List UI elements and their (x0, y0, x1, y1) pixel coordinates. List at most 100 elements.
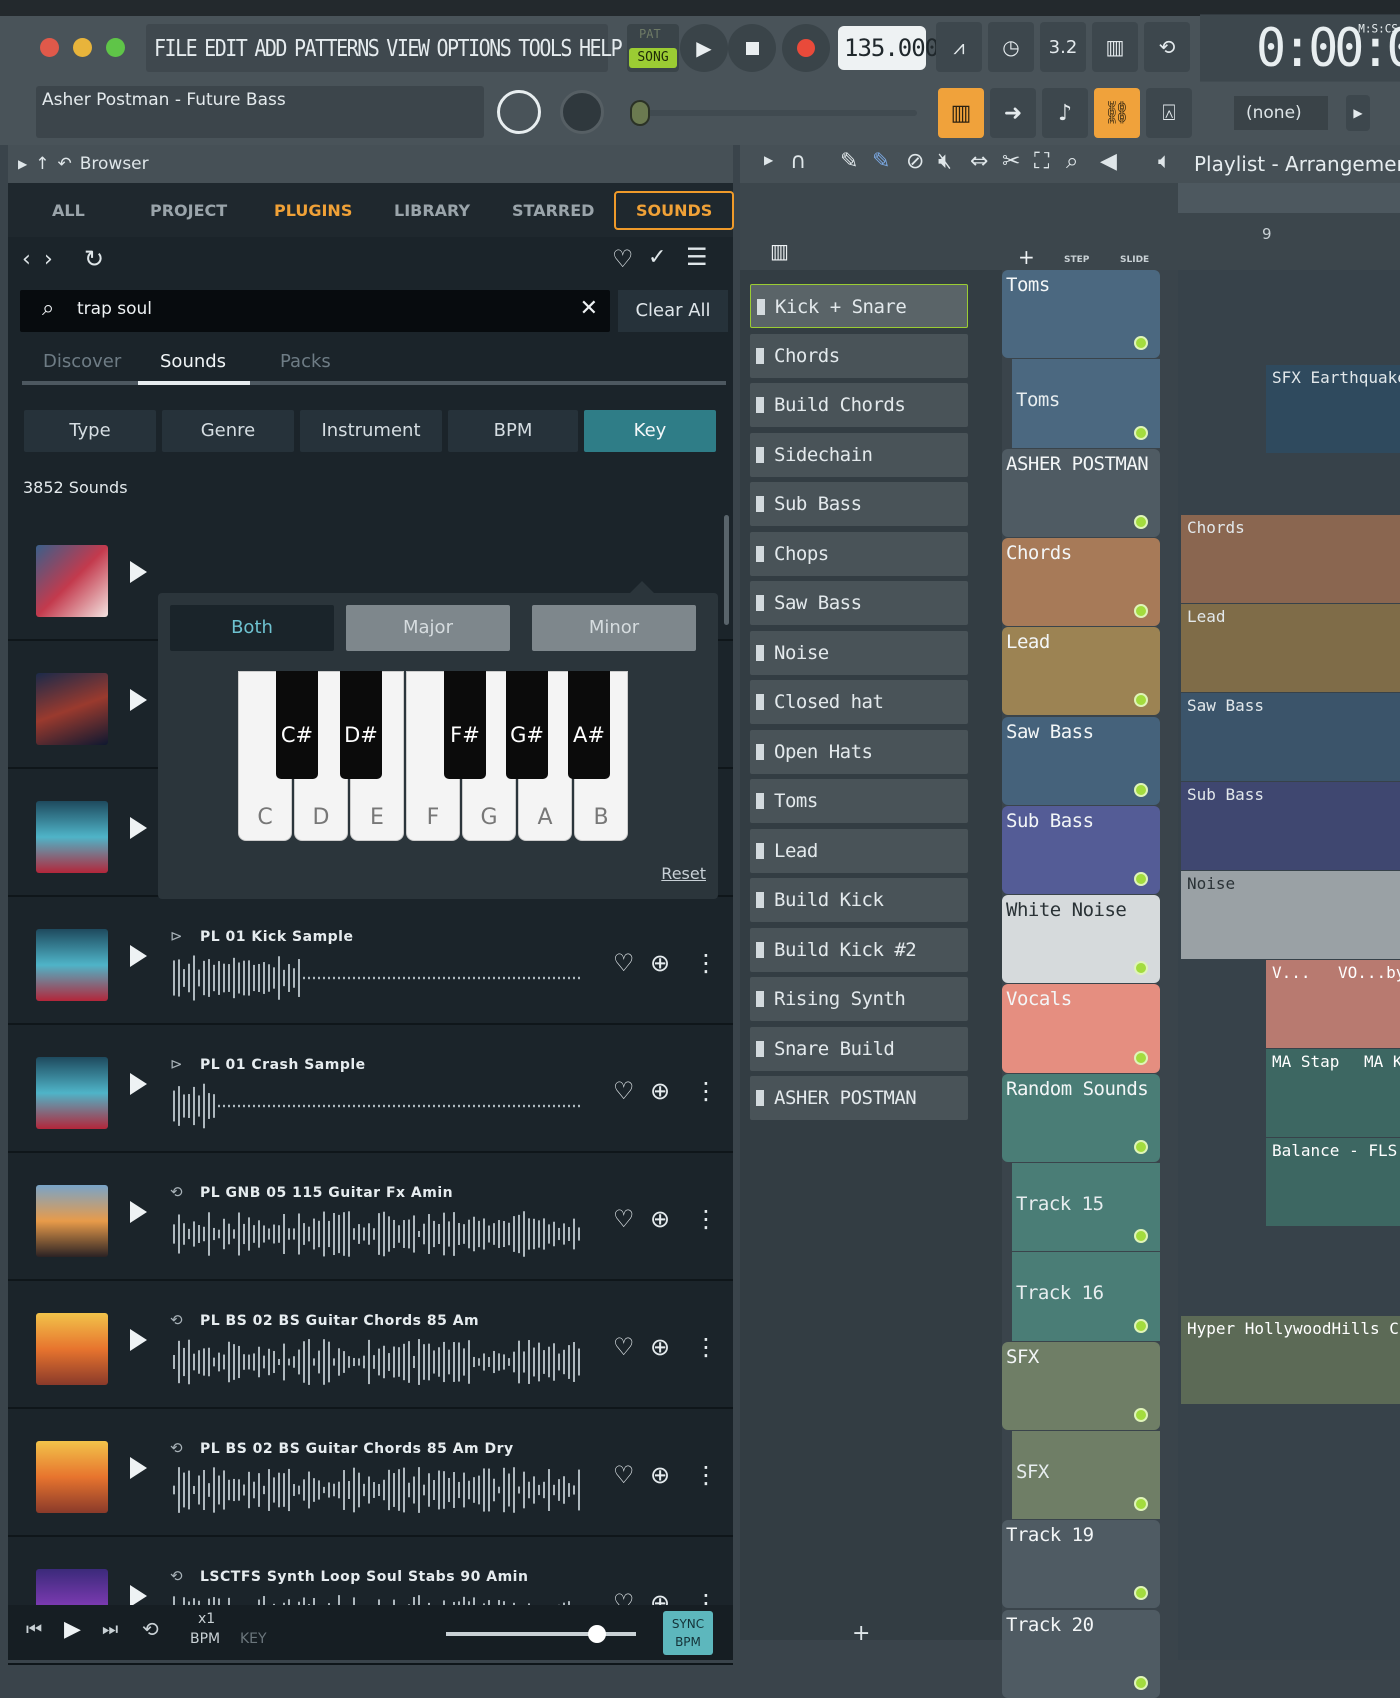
up-arrow-icon[interactable]: ↑ (35, 154, 49, 174)
track-enable-led[interactable] (1134, 872, 1148, 887)
play-button[interactable]: ▶ (680, 24, 728, 72)
play-icon[interactable] (130, 1073, 147, 1095)
reset-link[interactable]: Reset (661, 864, 706, 883)
add-circle-icon[interactable]: ⊕ (650, 1333, 670, 1361)
browser-scrollbar[interactable] (724, 515, 729, 625)
channel-item[interactable]: Build Kick (750, 878, 968, 922)
playlist-clip[interactable]: V... (1266, 960, 1332, 1048)
track-header-item[interactable]: SFX (1012, 1430, 1160, 1520)
more-options-icon[interactable]: ⋮ (694, 1205, 718, 1233)
track-header-item[interactable]: Toms (1012, 359, 1160, 448)
speaker-icon[interactable]: 🔈︎ (1158, 149, 1171, 174)
menu-help[interactable]: HELP (579, 34, 623, 62)
filter-type[interactable]: Type (24, 410, 156, 452)
menu-patterns[interactable]: PATTERNS (294, 34, 380, 62)
tab-all[interactable]: ALL (52, 201, 85, 220)
key-mode-both[interactable]: Both (170, 605, 334, 651)
channel-item[interactable]: Chops (750, 531, 968, 576)
channel-item[interactable]: Rising Synth (750, 977, 968, 1021)
channel-item[interactable]: Lead (750, 828, 968, 873)
key-mode-minor[interactable]: Minor (532, 605, 696, 651)
piano-roll-icon[interactable]: ▥ (770, 239, 789, 263)
tab-project[interactable]: PROJECT (150, 201, 227, 220)
channel-item[interactable]: Noise (750, 630, 968, 675)
master-volume-knob[interactable] (497, 90, 541, 134)
channel-item[interactable]: Build Chords (750, 383, 968, 427)
add-circle-icon[interactable]: ⊕ (650, 1461, 670, 1489)
filter-key[interactable]: Key (584, 410, 716, 452)
tab-starred[interactable]: STARRED (512, 201, 594, 220)
sound-row[interactable]: ⟲ PL BS 02 BS Guitar Chords 85 Am Dry ♡ … (8, 1411, 733, 1537)
track-enable-led[interactable] (1134, 1318, 1148, 1333)
track-header-item[interactable]: Saw Bass (1002, 716, 1160, 805)
channel-item[interactable]: ASHER POSTMAN (750, 1076, 968, 1120)
track-enable-led[interactable] (1134, 782, 1148, 797)
playlist-clip[interactable]: MA K (1358, 1049, 1400, 1137)
menu-options[interactable]: OPTIONS (436, 34, 511, 62)
nav-back-icon[interactable]: ‹ (22, 247, 31, 272)
track-enable-led[interactable] (1134, 425, 1148, 440)
track-enable-led[interactable] (1134, 604, 1148, 619)
playlist-clip[interactable]: Noise (1181, 871, 1400, 959)
piano-key-g-sharp[interactable]: G# (506, 671, 548, 779)
close-window-button[interactable] (40, 38, 59, 57)
filter-genre[interactable]: Genre (162, 410, 294, 452)
playlist-clip[interactable]: MA Stap (1266, 1049, 1358, 1137)
track-enable-led[interactable] (1134, 1229, 1148, 1244)
slice-icon[interactable]: ✂ (1002, 149, 1020, 174)
piano-key-a-sharp[interactable]: A# (568, 671, 610, 779)
master-slider-handle[interactable] (630, 100, 650, 126)
sound-row[interactable]: ⟲ PL BS 02 BS Guitar Chords 85 Am ♡ ⊕ ⋮ (8, 1283, 733, 1409)
timeline-ruler[interactable]: 9 (1178, 213, 1400, 270)
piano-key-f-sharp[interactable]: F# (444, 671, 486, 779)
track-header-item[interactable]: Lead (1002, 627, 1160, 716)
stop-button[interactable] (728, 24, 776, 72)
play-icon[interactable] (130, 1329, 147, 1351)
track-header-item[interactable]: ASHER POSTMAN (1002, 448, 1160, 537)
track-enable-led[interactable] (1134, 514, 1148, 529)
favorite-heart-icon[interactable]: ♡ (613, 1205, 635, 1233)
mute-icon[interactable]: 🔇︎ (938, 149, 952, 174)
sound-row[interactable]: ⟲ PL GNB 05 115 Guitar Fx Amin ♡ ⊕ ⋮ (8, 1155, 733, 1281)
waveform[interactable] (173, 1081, 583, 1131)
menu-tools[interactable]: TOOLS (518, 34, 572, 62)
minimize-window-button[interactable] (73, 38, 92, 57)
track-header-item[interactable]: Track 19 (1002, 1520, 1160, 1609)
add-track-icon[interactable]: + (1018, 245, 1035, 269)
channel-item[interactable]: Closed hat (750, 680, 968, 724)
footer-play-icon[interactable]: ▶ (64, 1617, 81, 1642)
check-circle-icon[interactable]: ✓ (648, 245, 666, 270)
more-options-icon[interactable]: ⋮ (694, 1461, 718, 1489)
record-button[interactable] (782, 24, 830, 72)
piano-roll-button[interactable]: ▥ (938, 88, 984, 138)
playlist-clip[interactable]: Sub Bass (1181, 782, 1400, 870)
pat-song-toggle[interactable]: PAT SONG (627, 24, 679, 72)
add-circle-icon[interactable]: ⊕ (650, 1077, 670, 1105)
track-header-item[interactable]: Track 16 (1012, 1252, 1160, 1341)
search-field[interactable]: ⌕ trap soul ✕ (20, 290, 610, 332)
playlist-clip[interactable]: Lead (1181, 604, 1400, 692)
sync-bpm-button[interactable]: SYNC BPM (663, 1611, 713, 1655)
subtab-sounds[interactable]: Sounds (160, 351, 226, 372)
tab-plugins[interactable]: PLUGINS (274, 201, 352, 220)
favorite-heart-icon[interactable]: ♡ (613, 1333, 635, 1361)
favorites-heart-icon[interactable]: ♡ (612, 245, 634, 273)
wait-input-button[interactable]: ◷ (988, 22, 1034, 72)
subtab-discover[interactable]: Discover (43, 351, 121, 372)
loop-icon[interactable]: ⟲ (142, 1617, 159, 1641)
favorite-heart-icon[interactable]: ♡ (613, 1461, 635, 1489)
waveform[interactable] (173, 1337, 583, 1387)
menu-file[interactable]: FILE (154, 34, 198, 62)
tab-library[interactable]: LIBRARY (394, 201, 470, 220)
playlist-clip[interactable]: SFX Earthquake (1266, 365, 1400, 453)
add-circle-icon[interactable]: ⊕ (650, 949, 670, 977)
play-icon[interactable] (130, 1585, 147, 1607)
track-enable-led[interactable] (1134, 1139, 1148, 1154)
piano-key-c-sharp[interactable]: C# (276, 671, 318, 779)
track-header-item[interactable]: Random Sounds (1002, 1073, 1160, 1162)
key-mode-major[interactable]: Major (346, 605, 510, 651)
channel-item[interactable]: Snare Build (750, 1026, 968, 1071)
pattern-selector[interactable]: (none) (1234, 96, 1328, 130)
playlist-clip[interactable]: Chords (1181, 515, 1400, 603)
track-header-item[interactable]: White Noise (1002, 895, 1160, 984)
